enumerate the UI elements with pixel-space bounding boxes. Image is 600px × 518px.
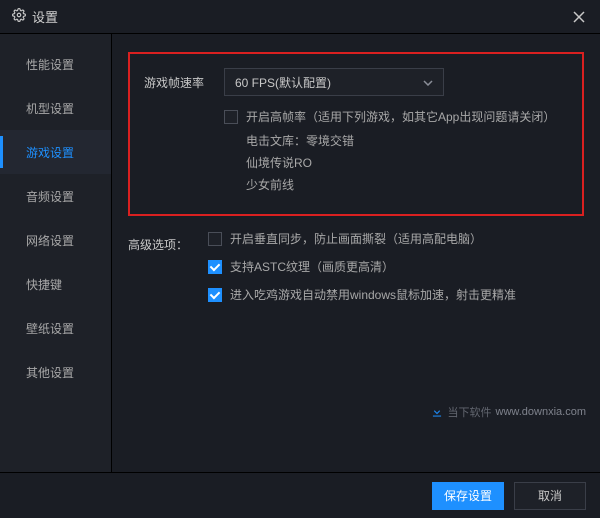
save-button-label: 保存设置	[444, 487, 492, 504]
sidebar-item-hotkey[interactable]: 快捷键	[0, 262, 111, 306]
gear-icon	[12, 8, 26, 25]
sidebar-item-label: 壁纸设置	[26, 320, 74, 337]
sidebar-item-audio[interactable]: 音频设置	[0, 174, 111, 218]
sidebar-item-model[interactable]: 机型设置	[0, 86, 111, 130]
footer: 保存设置 取消	[0, 472, 600, 518]
window-title: 设置	[32, 7, 58, 26]
cancel-button-label: 取消	[538, 487, 562, 504]
download-icon	[430, 405, 444, 419]
fps-label: 游戏帧速率	[144, 68, 224, 91]
fps-section-highlight: 游戏帧速率 60 FPS(默认配置)	[128, 52, 584, 216]
sidebar-item-network[interactable]: 网络设置	[0, 218, 111, 262]
watermark: 当下软件 www.downxia.com	[430, 404, 586, 420]
astc-checkbox-label: 支持ASTC纹理（画质更高清）	[230, 258, 394, 276]
chevron-down-icon	[423, 75, 433, 89]
save-button[interactable]: 保存设置	[432, 482, 504, 510]
list-item: 电击文库：零境交错	[246, 130, 568, 152]
sidebar-item-label: 机型设置	[26, 100, 74, 117]
high-fps-checkbox[interactable]	[224, 110, 238, 124]
sidebar-item-label: 游戏设置	[26, 144, 74, 161]
sidebar-item-label: 快捷键	[26, 276, 62, 293]
vsync-checkbox-label: 开启垂直同步，防止画面撕裂（适用高配电脑）	[230, 230, 482, 248]
fps-select[interactable]: 60 FPS(默认配置)	[224, 68, 444, 96]
watermark-domain: www.downxia.com	[496, 406, 586, 418]
sidebar-item-label: 网络设置	[26, 232, 74, 249]
sidebar-item-game[interactable]: 游戏设置	[0, 130, 111, 174]
mouse-accel-checkbox[interactable]	[208, 288, 222, 302]
mouse-accel-checkbox-label: 进入吃鸡游戏自动禁用windows鼠标加速，射击更精准	[230, 286, 516, 304]
list-item: 仙境传说RO	[246, 152, 568, 174]
sidebar-item-performance[interactable]: 性能设置	[0, 42, 111, 86]
high-fps-game-list: 电击文库：零境交错 仙境传说RO 少女前线	[224, 130, 568, 196]
vsync-checkbox[interactable]	[208, 232, 222, 246]
sidebar: 性能设置 机型设置 游戏设置 音频设置 网络设置 快捷键 壁纸设置 其他设置	[0, 34, 112, 472]
sidebar-item-label: 音频设置	[26, 188, 74, 205]
sidebar-item-wallpaper[interactable]: 壁纸设置	[0, 306, 111, 350]
titlebar: 设置	[0, 0, 600, 34]
main-panel: 游戏帧速率 60 FPS(默认配置)	[112, 34, 600, 472]
fps-select-value: 60 FPS(默认配置)	[235, 74, 331, 91]
advanced-label: 高级选项：	[128, 230, 208, 253]
list-item: 少女前线	[246, 174, 568, 196]
astc-checkbox[interactable]	[208, 260, 222, 274]
high-fps-checkbox-label: 开启高帧率（适用下列游戏，如其它App出现问题请关闭）	[246, 108, 555, 126]
close-button[interactable]	[570, 8, 588, 26]
cancel-button[interactable]: 取消	[514, 482, 586, 510]
sidebar-item-label: 性能设置	[26, 56, 74, 73]
sidebar-item-other[interactable]: 其他设置	[0, 350, 111, 394]
watermark-brand: 当下软件	[448, 404, 492, 420]
settings-window: 设置 性能设置 机型设置 游戏设置 音频设置 网络设置 快捷键 壁纸设置 其他设…	[0, 0, 600, 518]
sidebar-item-label: 其他设置	[26, 364, 74, 381]
